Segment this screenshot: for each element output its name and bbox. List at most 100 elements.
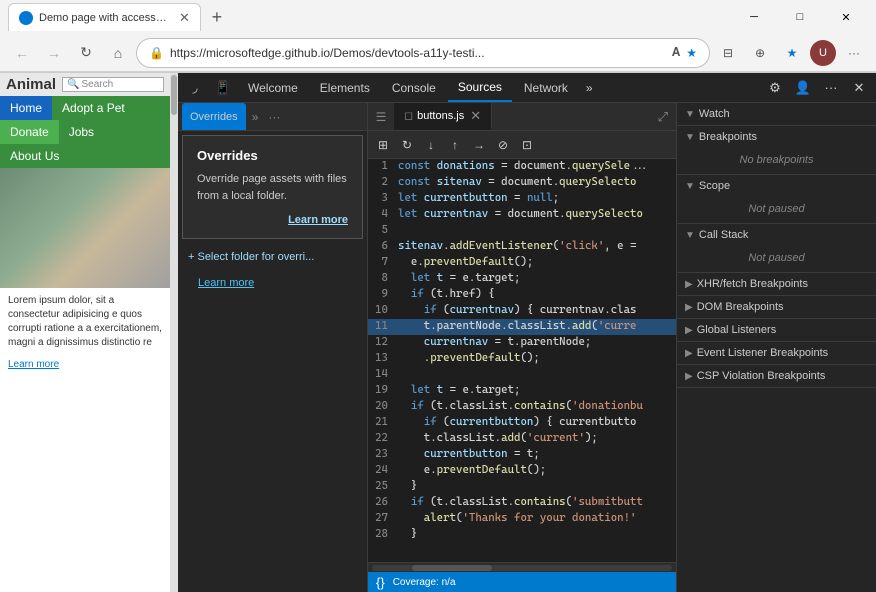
browser-tab-active[interactable]: Demo page with accessibility iss... ✕	[8, 3, 201, 31]
devtools-tab-network[interactable]: Network	[514, 73, 578, 102]
debug-blackbox-icon[interactable]: ⊡	[516, 134, 538, 156]
sources-tab-overrides[interactable]: Overrides	[182, 103, 246, 130]
debug-step-down-icon[interactable]: ↓	[420, 134, 442, 156]
sources-sidebar: Overrides » ··· Overrides Override page …	[178, 103, 368, 592]
minimize-button[interactable]: ─	[732, 1, 776, 33]
nav-row-1: Home Adopt a Pet	[0, 96, 170, 120]
webpage-main: Animal 🔍 Search Home Adopt a Pet Donate …	[0, 73, 170, 592]
code-expand-icon[interactable]: ⤢	[656, 107, 670, 127]
csp-chevron-icon: ▶	[685, 371, 693, 382]
file-icon: ◻	[404, 109, 413, 122]
dom-breakpoints-header[interactable]: ▶ DOM Breakpoints	[677, 296, 876, 318]
devtools-settings-icon[interactable]: ⚙	[762, 75, 788, 101]
sidebar-learn-more-link[interactable]: Learn more	[188, 271, 264, 295]
tab-close-icon[interactable]: ✕	[179, 10, 190, 26]
favorites-star-icon[interactable]: ★	[778, 39, 806, 67]
xhr-breakpoints-header[interactable]: ▶ XHR/fetch Breakpoints	[677, 273, 876, 295]
nav-donate[interactable]: Donate	[0, 120, 59, 144]
webpage-image	[0, 168, 170, 288]
user-avatar[interactable]: U	[810, 40, 836, 66]
breakpoints-chevron-icon: ▼	[685, 132, 695, 143]
devtools-inspect-icon[interactable]: ◞	[182, 75, 208, 101]
back-button[interactable]: ←	[8, 39, 36, 67]
maximize-button[interactable]: □	[778, 1, 822, 33]
search-bar[interactable]: 🔍 Search	[62, 77, 164, 92]
dom-chevron-icon: ▶	[685, 302, 693, 313]
webpage-panel: Animal 🔍 Search Home Adopt a Pet Donate …	[0, 73, 178, 592]
debug-step-out-icon[interactable]: ↻	[396, 134, 418, 156]
csp-breakpoints-label: CSP Violation Breakpoints	[697, 370, 826, 382]
event-listener-breakpoints-section: ▶ Event Listener Breakpoints	[677, 342, 876, 365]
refresh-button[interactable]: ↻	[72, 39, 100, 67]
nav-jobs[interactable]: Jobs	[59, 120, 104, 144]
coverage-status: Coverage: n/a	[393, 577, 456, 588]
devtools-tab-elements[interactable]: Elements	[310, 73, 380, 102]
code-tab-close-icon[interactable]: ✕	[470, 108, 481, 124]
window-controls: ─ □ ✕	[732, 1, 868, 33]
scroll-thumb	[412, 565, 492, 571]
global-chevron-icon: ▶	[685, 325, 693, 336]
code-line-8: 8 let t = e.target;	[368, 271, 676, 287]
settings-more-icon[interactable]: ···	[840, 39, 868, 67]
event-listener-header[interactable]: ▶ Event Listener Breakpoints	[677, 342, 876, 364]
breakpoints-header[interactable]: ▼ Breakpoints	[677, 126, 876, 148]
devtools-tab-console[interactable]: Console	[382, 73, 446, 102]
devtools-more-icon[interactable]: ···	[818, 75, 844, 101]
event-listener-label: Event Listener Breakpoints	[697, 347, 828, 359]
debug-deactivate-icon[interactable]: ⊘	[492, 134, 514, 156]
webpage-body-text: Lorem ipsum dolor, sit a consectetur adi…	[0, 288, 170, 356]
search-icon: 🔍	[67, 79, 79, 90]
home-button[interactable]: ⌂	[104, 39, 132, 67]
code-hscrollbar[interactable]	[368, 562, 676, 572]
watch-section: ▼ Watch	[677, 103, 876, 126]
watch-label: Watch	[699, 108, 730, 120]
webpage-vscrollbar[interactable]	[170, 73, 178, 592]
devtools-tab-welcome[interactable]: Welcome	[238, 73, 308, 102]
site-title: Animal	[6, 76, 56, 93]
tooltip-learn-more-link[interactable]: Learn more	[197, 214, 348, 226]
code-line-28: 28 }	[368, 527, 676, 543]
url-bar[interactable]: 🔒 https://microsoftedge.github.io/Demos/…	[136, 38, 710, 68]
breakpoints-section: ▼ Breakpoints No breakpoints	[677, 126, 876, 175]
code-line-6: 6sitenav.addEventListener('click', e =	[368, 239, 676, 255]
nav-adopt[interactable]: Adopt a Pet	[52, 96, 135, 120]
sources-kebab-icon[interactable]: ···	[264, 110, 284, 124]
debug-step-right-icon[interactable]: →	[468, 134, 490, 156]
select-folder-button[interactable]: + Select folder for overri...	[178, 243, 367, 271]
devtools-focus-icon[interactable]: 👤	[790, 75, 816, 101]
address-right-icons: ⊟ ⊕ ★ U ···	[714, 39, 868, 67]
call-stack-header[interactable]: ▼ Call Stack	[677, 224, 876, 246]
devtools-device-icon[interactable]: 📱	[210, 75, 236, 101]
lock-icon: 🔒	[149, 46, 164, 60]
debug-toolbar: ⊞ ↻ ↓ ↑ → ⊘ ⊡	[368, 131, 676, 159]
breakpoints-content: No breakpoints	[677, 148, 876, 174]
global-listeners-header[interactable]: ▶ Global Listeners	[677, 319, 876, 341]
code-tab-buttons-js[interactable]: ◻ buttons.js ✕	[394, 103, 492, 130]
code-tab-label: buttons.js	[417, 110, 464, 122]
devtools-more-tabs-icon[interactable]: »	[580, 81, 599, 95]
devtools-close-icon[interactable]: ✕	[846, 75, 872, 101]
code-line-19: 19 let t = e.target;	[368, 383, 676, 399]
devtools-tab-sources[interactable]: Sources	[448, 73, 512, 102]
tooltip-title: Overrides	[197, 148, 348, 163]
zoom-icon[interactable]: ⊕	[746, 39, 774, 67]
nav-about[interactable]: About Us	[0, 144, 170, 168]
call-stack-chevron-icon: ▼	[685, 230, 695, 241]
watch-header[interactable]: ▼ Watch	[677, 103, 876, 125]
webpage-learn-more-link[interactable]: Learn more	[8, 359, 59, 370]
debug-layout-icon[interactable]: ⊞	[372, 134, 394, 156]
new-tab-button[interactable]: +	[203, 3, 231, 31]
scope-label: Scope	[699, 180, 730, 192]
code-line-13: 13 .preventDefault();	[368, 351, 676, 367]
forward-button[interactable]: →	[40, 39, 68, 67]
scope-section: ▼ Scope Not paused	[677, 175, 876, 224]
scope-header[interactable]: ▼ Scope	[677, 175, 876, 197]
nav-home[interactable]: Home	[0, 96, 52, 120]
read-aloud-icon: 𝐀	[672, 45, 680, 60]
close-button[interactable]: ✕	[824, 1, 868, 33]
debug-step-up-icon[interactable]: ↑	[444, 134, 466, 156]
file-tree-icon[interactable]: ☰	[368, 104, 394, 130]
sources-more-icon[interactable]: »	[248, 110, 263, 124]
csp-breakpoints-header[interactable]: ▶ CSP Violation Breakpoints	[677, 365, 876, 387]
split-screen-icon[interactable]: ⊟	[714, 39, 742, 67]
